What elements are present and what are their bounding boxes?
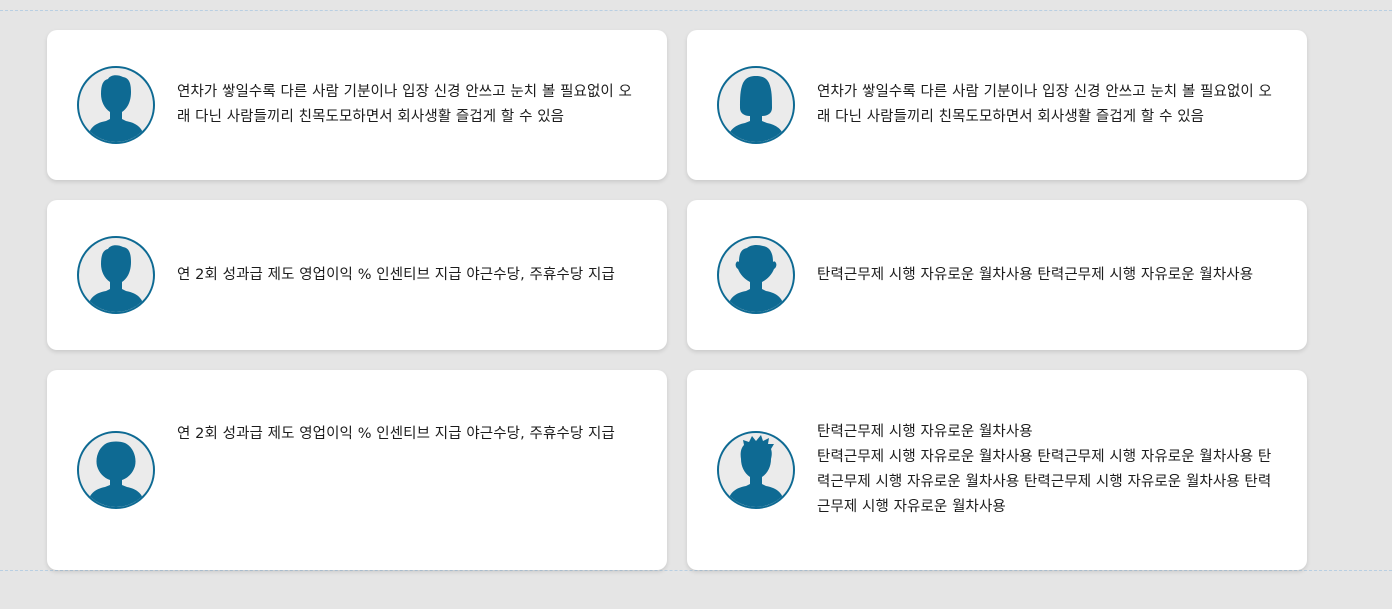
review-text-line-2: 탄력근무제 시행 자유로운 월차사용 탄력근무제 시행 자유로운 월차사용 탄력… (817, 449, 1272, 515)
review-text: 연 2회 성과급 제도 영업이익 % 인센티브 지급 야근수당, 주휴수당 지급 (177, 266, 615, 283)
review-card: 연차가 쌓일수록 다른 사람 기분이나 입장 신경 안쓰고 눈치 볼 필요없이 … (687, 30, 1307, 180)
review-card: 탄력근무제 시행 자유로운 월차사용 탄력근무제 시행 자유로운 월차사용 탄력… (687, 370, 1307, 570)
review-text-line-1: 탄력근무제 시행 자유로운 월차사용 (817, 424, 1033, 440)
review-card: 연차가 쌓일수록 다른 사람 기분이나 입장 신경 안쓰고 눈치 볼 필요없이 … (47, 30, 667, 180)
review-text: 연 2회 성과급 제도 영업이익 % 인센티브 지급 야근수당, 주휴수당 지급 (177, 426, 615, 442)
review-card: 연 2회 성과급 제도 영업이익 % 인센티브 지급 야근수당, 주휴수당 지급 (47, 200, 667, 350)
review-text: 연차가 쌓일수록 다른 사람 기분이나 입장 신경 안쓰고 눈치 볼 필요없이 … (817, 84, 1272, 125)
review-text: 탄력근무제 시행 자유로운 월차사용 탄력근무제 시행 자유로운 월차사용 (817, 266, 1254, 283)
review-text: 연차가 쌓일수록 다른 사람 기분이나 입장 신경 안쓰고 눈치 볼 필요없이 … (177, 84, 632, 125)
male-avatar-icon (717, 236, 795, 314)
male-avatar-icon (77, 236, 155, 314)
review-card: 탄력근무제 시행 자유로운 월차사용 탄력근무제 시행 자유로운 월차사용 (687, 200, 1307, 350)
female-avatar-icon (717, 66, 795, 144)
male-avatar-icon (77, 66, 155, 144)
bottom-guide-line (0, 570, 1392, 571)
male-spiky-hair-avatar-icon (717, 431, 795, 509)
top-guide-line (0, 10, 1392, 11)
review-card: 연 2회 성과급 제도 영업이익 % 인센티브 지급 야근수당, 주휴수당 지급 (47, 370, 667, 570)
review-card-grid: 연차가 쌓일수록 다른 사람 기분이나 입장 신경 안쓰고 눈치 볼 필요없이 … (47, 30, 1307, 570)
female-short-hair-avatar-icon (77, 431, 155, 509)
